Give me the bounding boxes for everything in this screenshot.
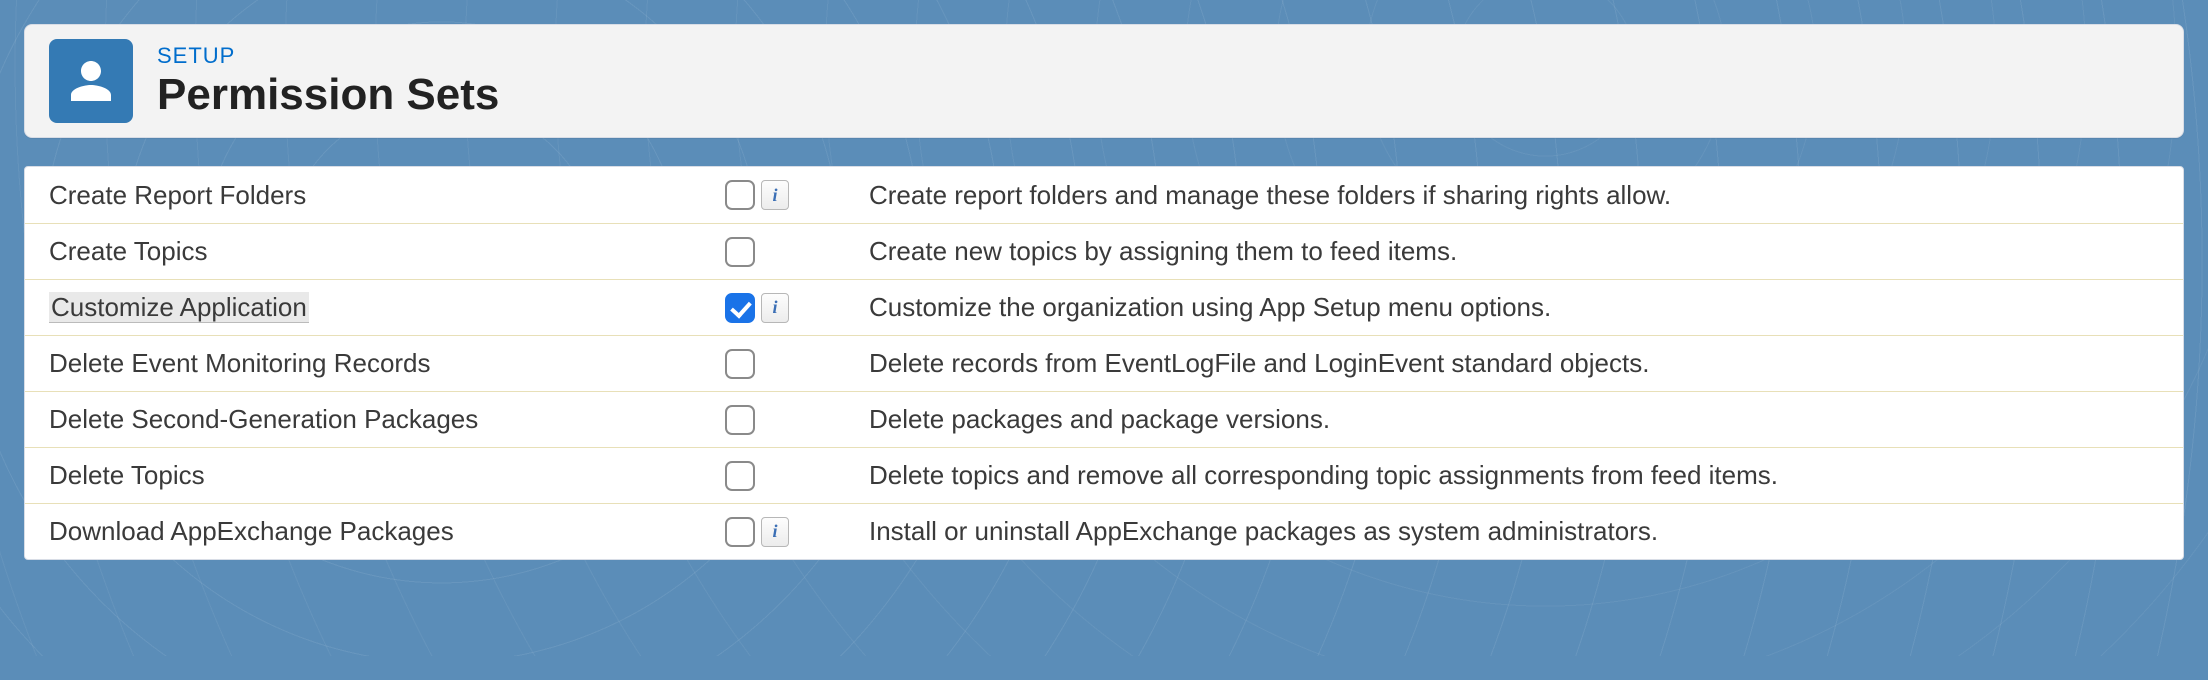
permission-row: Create Topics Create new topics by assign… xyxy=(25,223,2183,279)
permission-description: Delete records from EventLogFile and Log… xyxy=(845,348,2183,379)
permission-label: Create Report Folders xyxy=(25,180,725,211)
permission-label: Create Topics xyxy=(25,236,725,267)
permission-row: Download AppExchange Packages i Install or… xyxy=(25,503,2183,559)
info-icon[interactable]: i xyxy=(761,293,789,323)
header-eyebrow: SETUP xyxy=(157,43,499,69)
permission-control-cell xyxy=(725,349,845,379)
header-text: SETUP Permission Sets xyxy=(157,43,499,119)
user-icon xyxy=(49,39,133,123)
permission-control-cell xyxy=(725,461,845,491)
permission-label: Customize Application xyxy=(25,292,725,323)
permission-description: Create report folders and manage these f… xyxy=(845,180,2183,211)
permission-row: Delete Topics Delete topics and remove al… xyxy=(25,447,2183,503)
permissions-table: Create Report Folders i Create report fold… xyxy=(24,166,2184,560)
permission-checkbox[interactable] xyxy=(725,405,755,435)
permission-control-cell xyxy=(725,237,845,267)
permission-description: Customize the organization using App Set… xyxy=(845,292,2183,323)
info-icon[interactable]: i xyxy=(761,517,789,547)
permission-row: Create Report Folders i Create report fold… xyxy=(25,167,2183,223)
permission-description: Delete packages and package versions. xyxy=(845,404,2183,435)
page-header: SETUP Permission Sets xyxy=(24,24,2184,138)
permission-control-cell: i xyxy=(725,293,845,323)
permission-checkbox[interactable] xyxy=(725,237,755,267)
permission-label: Delete Second-Generation Packages xyxy=(25,404,725,435)
page-title: Permission Sets xyxy=(157,71,499,119)
permission-description: Create new topics by assigning them to f… xyxy=(845,236,2183,267)
permission-control-cell xyxy=(725,405,845,435)
permission-label: Delete Topics xyxy=(25,460,725,491)
permission-checkbox[interactable] xyxy=(725,180,755,210)
permission-control-cell: i xyxy=(725,517,845,547)
permission-control-cell: i xyxy=(725,180,845,210)
permission-description: Delete topics and remove all correspondi… xyxy=(845,460,2183,491)
permission-row: Customize Application i Customize the orga… xyxy=(25,279,2183,335)
permission-row: Delete Event Monitoring Records Delete re… xyxy=(25,335,2183,391)
permission-label: Delete Event Monitoring Records xyxy=(25,348,725,379)
permission-description: Install or uninstall AppExchange package… xyxy=(845,516,2183,547)
permission-checkbox[interactable] xyxy=(725,517,755,547)
permission-checkbox[interactable] xyxy=(725,461,755,491)
info-icon[interactable]: i xyxy=(761,180,789,210)
permission-row: Delete Second-Generation Packages Delete … xyxy=(25,391,2183,447)
permission-checkbox[interactable] xyxy=(725,349,755,379)
permission-label: Download AppExchange Packages xyxy=(25,516,725,547)
permission-checkbox[interactable] xyxy=(725,293,755,323)
